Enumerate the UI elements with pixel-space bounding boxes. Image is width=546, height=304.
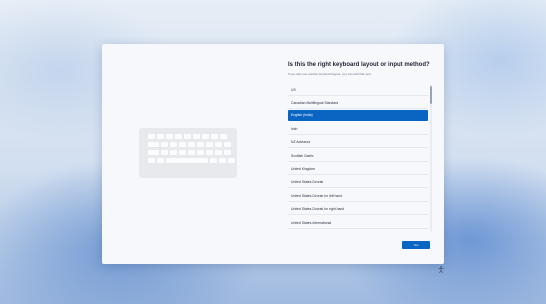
layout-item-us-dvorak-right[interactable]: United States-Dvorak for right hand [288,204,428,215]
layout-item-us-international[interactable]: United States-International [288,218,428,229]
scrollbar-thumb[interactable] [430,86,432,104]
list-scrollbar[interactable] [430,84,432,232]
keyboard-icon [139,128,237,178]
layout-item-united-kingdom[interactable]: United Kingdom [288,164,428,175]
layout-item-english-india[interactable]: English (India) [288,110,428,121]
yes-button[interactable]: Yes [402,241,430,249]
layout-item-us-dvorak[interactable]: United States-Dvorak [288,177,428,188]
layout-item-us-dvorak-left[interactable]: United States-Dvorak for left hand [288,191,428,202]
accessibility-icon[interactable] [438,266,444,273]
page-subtitle: If you also use another keyboard layout,… [288,72,372,76]
layout-item-nz-aotearoa[interactable]: NZ Aotearoa [288,137,428,148]
keyboard-layout-list[interactable]: US Canadian Multilingual Standard Englis… [288,84,428,232]
layout-item-scottish-gaelic[interactable]: Scottish Gaelic [288,151,428,162]
layout-selection-pane: Is this the right keyboard layout or inp… [288,44,434,264]
keyboard-layout-dialog: Is this the right keyboard layout or inp… [102,44,444,264]
layout-item-irish[interactable]: Irish [288,124,428,135]
layout-item-canadian-multilingual[interactable]: Canadian Multilingual Standard [288,98,428,109]
layout-item-us[interactable]: US [288,85,428,96]
page-title: Is this the right keyboard layout or inp… [288,62,430,68]
